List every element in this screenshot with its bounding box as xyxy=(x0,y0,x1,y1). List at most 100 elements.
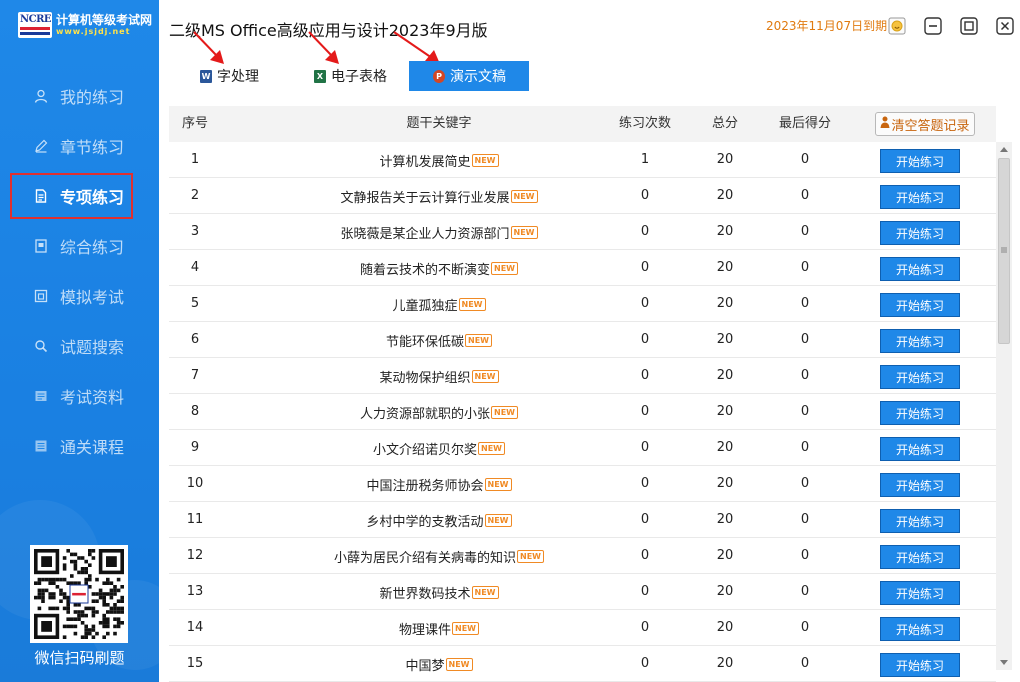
course-icon xyxy=(34,439,48,453)
smiley-icon[interactable] xyxy=(887,16,907,36)
sidebar-item-comprehensive-practice[interactable]: 综合练习 xyxy=(10,223,133,269)
sidebar-item-exam-materials[interactable]: 考试资料 xyxy=(10,373,133,419)
row-index: 14 xyxy=(186,620,204,635)
minimize-icon[interactable] xyxy=(923,16,943,36)
sidebar-item-chapter-practice[interactable]: 章节练习 xyxy=(10,123,133,169)
scroll-up-arrow[interactable] xyxy=(996,142,1012,156)
row-index: 15 xyxy=(186,656,204,671)
new-badge: NEW xyxy=(478,441,505,455)
row-last-score: 0 xyxy=(800,440,810,455)
row-keyword: 中国注册税务师协会 xyxy=(366,478,484,494)
row-keyword-cell: 小文介绍诺贝尔奖 NEW xyxy=(279,430,599,466)
column-header-count: 练习次数 xyxy=(618,116,671,131)
logo: NCRE 计算机等级考试网 www.jsjdj.net xyxy=(18,10,152,40)
table-row: 10 中国注册税务师协会 NEW 0 20 0 开始练习 xyxy=(169,466,996,502)
qr-caption: 微信扫码刷题 xyxy=(34,649,125,667)
new-badge: NEW xyxy=(471,153,499,167)
row-last-score: 0 xyxy=(800,620,810,635)
tab-word[interactable]: W 字处理 xyxy=(200,61,259,91)
tab-label: 演示文稿 xyxy=(450,69,506,85)
row-keyword: 新世界数码技术 xyxy=(379,586,471,602)
column-header-total: 总分 xyxy=(711,116,738,131)
start-practice-button[interactable]: 开始练习 xyxy=(880,293,960,317)
sidebar-item-label: 专项练习 xyxy=(60,188,125,207)
new-badge: NEW xyxy=(484,513,512,527)
new-badge: NEW xyxy=(471,585,499,599)
sidebar-item-label: 综合练习 xyxy=(60,238,125,257)
table-row: 4 随着云技术的不断演变 NEW 0 20 0 开始练习 xyxy=(169,250,996,286)
row-last-score: 0 xyxy=(800,188,810,203)
scroll-down-arrow[interactable] xyxy=(996,656,1012,670)
row-practice-count: 0 xyxy=(640,476,650,491)
row-keyword: 物理课件 xyxy=(399,622,452,638)
row-practice-count: 0 xyxy=(640,548,650,563)
row-keyword-cell: 中国注册税务师协会 NEW xyxy=(279,466,599,502)
new-badge: NEW xyxy=(445,657,473,671)
tab-label: 字处理 xyxy=(217,69,259,85)
sidebar-item-question-search[interactable]: 试题搜索 xyxy=(10,323,133,369)
logo-url: www.jsjdj.net xyxy=(56,27,131,36)
start-practice-button[interactable]: 开始练习 xyxy=(880,653,960,677)
row-total-score: 20 xyxy=(716,368,734,383)
sidebar-item-special-practice[interactable]: 专项练习 xyxy=(10,173,133,219)
row-last-score: 0 xyxy=(800,512,810,527)
sidebar-item-label: 考试资料 xyxy=(60,388,125,407)
row-index: 11 xyxy=(186,512,204,527)
sidebar-item-label: 试题搜索 xyxy=(60,338,125,357)
tab-excel[interactable]: X 电子表格 xyxy=(314,61,387,91)
pencil-icon xyxy=(34,139,48,153)
row-keyword: 人力资源部就职的小张 xyxy=(360,406,491,422)
row-total-score: 20 xyxy=(716,620,734,635)
row-practice-count: 0 xyxy=(640,260,650,275)
row-keyword: 随着云技术的不断演变 xyxy=(360,262,491,278)
row-keyword-cell: 物理课件 NEW xyxy=(279,610,599,646)
row-keyword-cell: 中国梦 NEW xyxy=(279,646,599,682)
start-practice-button[interactable]: 开始练习 xyxy=(880,365,960,389)
start-practice-button[interactable]: 开始练习 xyxy=(880,149,960,173)
table-row: 14 物理课件 NEW 0 20 0 开始练习 xyxy=(169,610,996,646)
row-last-score: 0 xyxy=(800,260,810,275)
sidebar-item-mock-exam[interactable]: 模拟考试 xyxy=(10,273,133,319)
column-header-last-score: 最后得分 xyxy=(778,116,831,131)
logo-mark-text: NCRE xyxy=(20,14,52,25)
row-total-score: 20 xyxy=(716,656,734,671)
start-practice-button[interactable]: 开始练习 xyxy=(880,545,960,569)
start-practice-button[interactable]: 开始练习 xyxy=(880,473,960,497)
start-practice-button[interactable]: 开始练习 xyxy=(880,185,960,209)
tab-powerpoint[interactable]: P 演示文稿 xyxy=(409,61,529,91)
start-practice-button[interactable]: 开始练习 xyxy=(880,401,960,425)
new-badge: NEW xyxy=(510,189,538,203)
start-practice-button[interactable]: 开始练习 xyxy=(880,509,960,533)
user-icon xyxy=(34,89,48,103)
table-row: 15 中国梦 NEW 0 20 0 开始练习 xyxy=(169,646,996,682)
row-last-score: 0 xyxy=(800,584,810,599)
row-keyword: 儿童孤独症 xyxy=(392,298,458,314)
table-header: 序号 题干关键字 练习次数 总分 最后得分 清空答题记录 xyxy=(169,106,996,142)
row-keyword-cell: 文静报告关于云计算行业发展 NEW xyxy=(279,178,599,214)
maximize-icon[interactable] xyxy=(959,16,979,36)
start-practice-button[interactable]: 开始练习 xyxy=(880,617,960,641)
row-practice-count: 0 xyxy=(640,512,650,527)
sidebar-item-courses[interactable]: 通关课程 xyxy=(10,423,133,469)
new-badge: NEW xyxy=(491,405,518,419)
start-practice-button[interactable]: 开始练习 xyxy=(880,581,960,605)
start-practice-button[interactable]: 开始练习 xyxy=(880,257,960,281)
start-practice-button[interactable]: 开始练习 xyxy=(880,329,960,353)
close-icon[interactable] xyxy=(995,16,1015,36)
start-practice-button[interactable]: 开始练习 xyxy=(880,437,960,461)
sidebar-item-my-practice[interactable]: 我的练习 xyxy=(10,73,133,119)
person-icon xyxy=(880,116,890,132)
new-badge: NEW xyxy=(517,549,544,563)
start-practice-button[interactable]: 开始练习 xyxy=(880,221,960,245)
clear-records-button[interactable]: 清空答题记录 xyxy=(875,112,975,136)
row-last-score: 0 xyxy=(800,224,810,239)
row-index: 1 xyxy=(190,152,200,167)
scrollbar-thumb[interactable] xyxy=(998,158,1010,344)
row-last-score: 0 xyxy=(800,332,810,347)
sidebar-item-label: 模拟考试 xyxy=(60,288,125,307)
sidebar: NCRE 计算机等级考试网 www.jsjdj.net 我的练习 章节练习 专项… xyxy=(0,0,159,682)
row-total-score: 20 xyxy=(716,188,734,203)
row-last-score: 0 xyxy=(800,548,810,563)
scrollbar[interactable] xyxy=(996,142,1012,670)
table-row: 7 某动物保护组织 NEW 0 20 0 开始练习 xyxy=(169,358,996,394)
